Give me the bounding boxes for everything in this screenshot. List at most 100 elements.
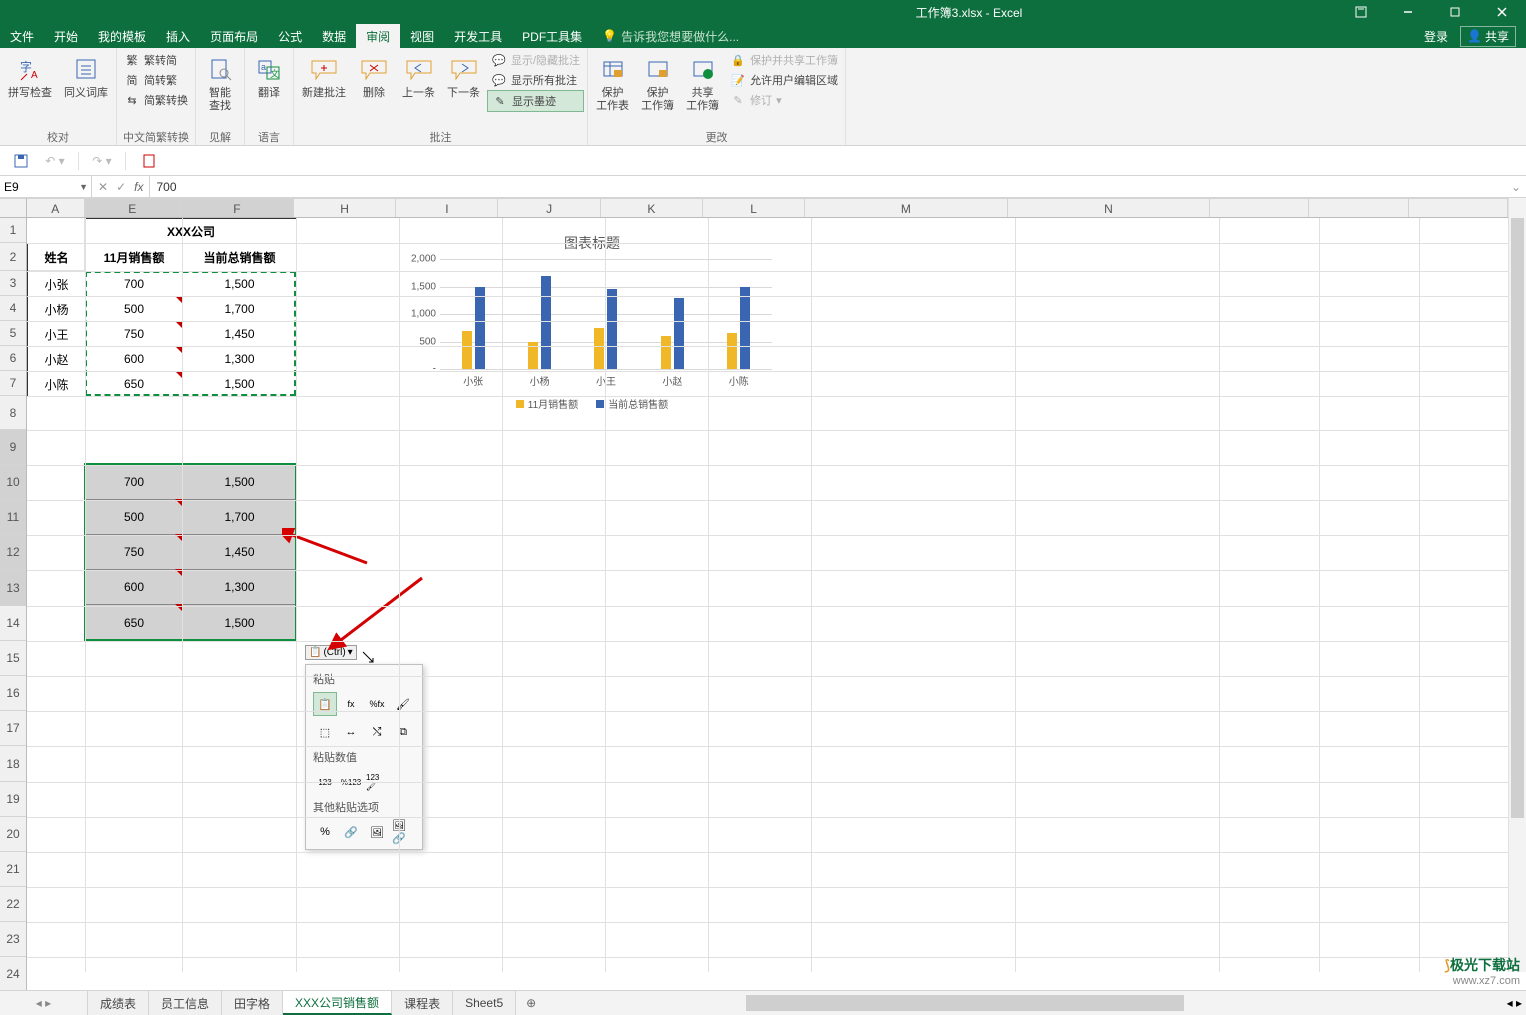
protect-share-button[interactable]: 🔒保护并共享工作簿: [726, 50, 842, 70]
sheet-nav[interactable]: ◂ ▸: [0, 991, 88, 1015]
select-all-corner[interactable]: [0, 198, 27, 218]
thesaurus-button[interactable]: 同义词库: [59, 50, 113, 102]
smart-lookup-button[interactable]: 智能 查找: [199, 50, 241, 115]
simp-to-trad-button[interactable]: 简简转繁: [120, 70, 192, 90]
tab-file[interactable]: 文件: [0, 24, 44, 48]
cell-nov[interactable]: 600: [86, 347, 183, 372]
paste-formatting-option[interactable]: %: [313, 820, 337, 844]
paste-link-option[interactable]: 🔗: [339, 820, 363, 844]
paste-transpose-option[interactable]: ⤭: [365, 720, 389, 744]
paste-keep-width-option[interactable]: ↔: [339, 720, 363, 744]
formula-input[interactable]: 700: [150, 176, 1506, 197]
show-all-comments-button[interactable]: 💬显示所有批注: [487, 70, 584, 90]
undo-button[interactable]: ↶ ▾: [44, 150, 66, 172]
cell-nov[interactable]: 750: [86, 322, 183, 347]
paste-merge-option[interactable]: ⧉: [391, 720, 415, 744]
close-icon[interactable]: [1479, 0, 1524, 24]
sheet-tab[interactable]: XXX公司销售额: [283, 991, 392, 1015]
paste-picture-option[interactable]: 🖼: [365, 820, 389, 844]
enter-icon[interactable]: ✓: [116, 180, 126, 194]
cell-name[interactable]: 小陈: [28, 372, 86, 397]
pasted-range[interactable]: 7001,500 5001,700 7501,450 6001,300 6501…: [85, 464, 297, 641]
tab-view[interactable]: 视图: [400, 24, 444, 48]
sheet-tab[interactable]: 课程表: [392, 991, 453, 1015]
tab-templates[interactable]: 我的模板: [88, 24, 156, 48]
expand-formula-icon[interactable]: ⌄: [1506, 176, 1526, 197]
paste-options-button[interactable]: 📋(Ctrl)▾: [305, 645, 357, 660]
add-sheet-button[interactable]: ⊕: [516, 991, 546, 1015]
name-box[interactable]: E9▼: [0, 176, 92, 197]
row-headers[interactable]: 1234567891011121314151617181920212223242…: [0, 218, 27, 990]
share-workbook-button[interactable]: 共享 工作簿: [681, 50, 724, 115]
sheet-tab[interactable]: 成绩表: [88, 991, 149, 1015]
prev-comment-button[interactable]: 上一条: [397, 50, 440, 102]
share-button[interactable]: 👤共享: [1460, 26, 1516, 47]
tab-developer[interactable]: 开发工具: [444, 24, 512, 48]
cell-total[interactable]: 1,500: [183, 372, 297, 397]
cell-nov[interactable]: 500: [86, 297, 183, 322]
new-comment-button[interactable]: 新建批注: [297, 50, 351, 102]
sheet-tab[interactable]: Sheet5: [453, 991, 516, 1015]
protect-workbook-button[interactable]: 保护 工作簿: [636, 50, 679, 115]
comment-indicator-icon[interactable]: [175, 346, 182, 353]
ribbon-options-icon[interactable]: [1338, 0, 1383, 24]
tab-layout[interactable]: 页面布局: [200, 24, 268, 48]
header-nov[interactable]: 11月销售额: [86, 244, 183, 272]
header-total[interactable]: 当前总销售额: [183, 244, 297, 272]
comment-indicator-icon[interactable]: [175, 371, 182, 378]
paste-no-borders-option[interactable]: ⬚: [313, 720, 337, 744]
column-headers[interactable]: AEFHIJKLMN: [27, 198, 1508, 218]
minimize-icon[interactable]: [1385, 0, 1430, 24]
trad-to-simp-button[interactable]: 繁繁转简: [120, 50, 192, 70]
chart-legend[interactable]: 11月销售额 当前总销售额: [402, 388, 782, 411]
redo-button[interactable]: ↷ ▾: [91, 150, 113, 172]
header-name[interactable]: 姓名: [28, 244, 86, 272]
cell-total[interactable]: 1,700: [183, 297, 297, 322]
delete-comment-button[interactable]: 删除: [353, 50, 395, 102]
save-button[interactable]: [10, 150, 32, 172]
embedded-chart[interactable]: 图表标题 -5001,0001,5002,000 小张小杨小王小赵小陈 11月销…: [402, 233, 782, 423]
paste-linked-picture-option[interactable]: 🖼🔗: [391, 820, 415, 844]
tab-formulas[interactable]: 公式: [268, 24, 312, 48]
track-changes-button[interactable]: ✎修订 ▾: [726, 90, 842, 110]
login-link[interactable]: 登录: [1424, 28, 1448, 45]
fx-icon[interactable]: fx: [134, 180, 143, 194]
paste-all-option[interactable]: 📋: [313, 692, 337, 716]
sheet-tab[interactable]: 员工信息: [149, 991, 222, 1015]
show-hide-comment-button[interactable]: 💬显示/隐藏批注: [487, 50, 584, 70]
comment-indicator-icon[interactable]: [175, 296, 182, 303]
cancel-icon[interactable]: ✕: [98, 180, 108, 194]
tab-review[interactable]: 审阅: [356, 24, 400, 48]
paste-formulas-option[interactable]: fx: [339, 692, 363, 716]
tab-home[interactable]: 开始: [44, 24, 88, 48]
spelling-button[interactable]: 字A 拼写检查: [3, 50, 57, 102]
cell-nov[interactable]: 700: [86, 272, 183, 297]
tab-data[interactable]: 数据: [312, 24, 356, 48]
cell-name[interactable]: 小赵: [28, 347, 86, 372]
chinese-convert-button[interactable]: ⇆简繁转换: [120, 90, 192, 110]
cell-name[interactable]: 小张: [28, 272, 86, 297]
allow-edit-button[interactable]: 📝允许用户编辑区域: [726, 70, 842, 90]
chart-plot-area[interactable]: -5001,0001,5002,000: [440, 259, 772, 369]
cell-total[interactable]: 1,300: [183, 347, 297, 372]
tab-insert[interactable]: 插入: [156, 24, 200, 48]
spreadsheet-grid[interactable]: AEFHIJKLMN 12345678910111213141516171819…: [0, 198, 1526, 990]
export-pdf-button[interactable]: [138, 150, 160, 172]
paste-keep-format-option[interactable]: 🖌: [391, 692, 415, 716]
cell-total[interactable]: 1,450: [183, 322, 297, 347]
cell-name[interactable]: 小杨: [28, 297, 86, 322]
horizontal-scrollbar[interactable]: ◂ ▸: [546, 991, 1526, 1015]
tell-me-search[interactable]: 💡告诉我您想要做什么...: [602, 24, 739, 48]
comment-indicator-icon[interactable]: [175, 321, 182, 328]
tab-pdf[interactable]: PDF工具集: [512, 24, 592, 48]
cell-name[interactable]: 小王: [28, 322, 86, 347]
company-title[interactable]: XXX公司: [86, 219, 297, 244]
show-ink-button[interactable]: ✎显示墨迹: [487, 90, 584, 112]
protect-sheet-button[interactable]: 保护 工作表: [591, 50, 634, 115]
cell-total[interactable]: 1,500: [183, 272, 297, 297]
sheet-tab[interactable]: 田字格: [222, 991, 283, 1015]
maximize-icon[interactable]: [1432, 0, 1477, 24]
next-comment-button[interactable]: 下一条: [442, 50, 485, 102]
translate-button[interactable]: a文 翻译: [248, 50, 290, 102]
cell-nov[interactable]: 650: [86, 372, 183, 397]
